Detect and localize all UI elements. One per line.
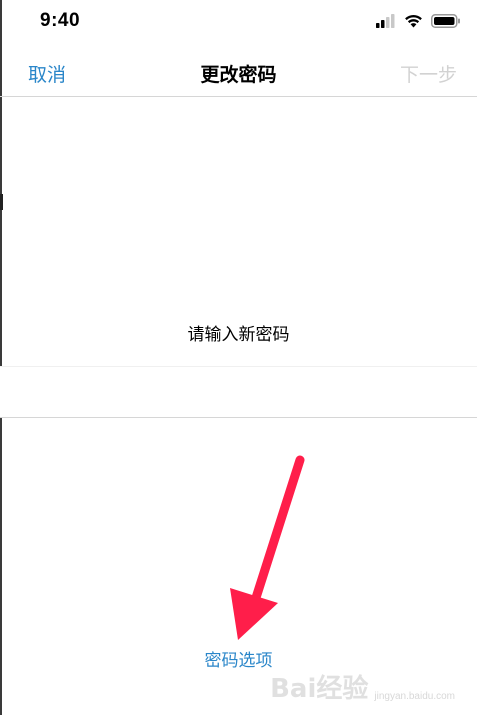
wifi-icon: [404, 14, 423, 33]
watermark: Bai经验 jingyan.baidu.com: [270, 668, 455, 705]
left-edge-mark: [0, 194, 3, 210]
cellular-signal-icon: [376, 14, 396, 33]
watermark-logo: Bai经验: [270, 674, 369, 704]
change-password-screen: 9:40 取消 更改密码 下一步 请输入新密码 密码选项 Bai经验 jingy…: [0, 0, 477, 715]
navigation-bar: 取消 更改密码 下一步: [0, 46, 477, 97]
status-time: 9:40: [40, 10, 81, 31]
next-button[interactable]: 下一步: [400, 60, 457, 87]
battery-icon: [431, 14, 461, 33]
left-edge-shadow: [0, 0, 2, 715]
new-password-field[interactable]: [0, 366, 477, 418]
watermark-url: jingyan.baidu.com: [374, 691, 455, 702]
status-bar: 9:40: [0, 0, 477, 46]
new-password-prompt: 请输入新密码: [187, 325, 290, 344]
status-icons: [376, 14, 461, 33]
annotation-arrow-icon: [230, 455, 305, 640]
